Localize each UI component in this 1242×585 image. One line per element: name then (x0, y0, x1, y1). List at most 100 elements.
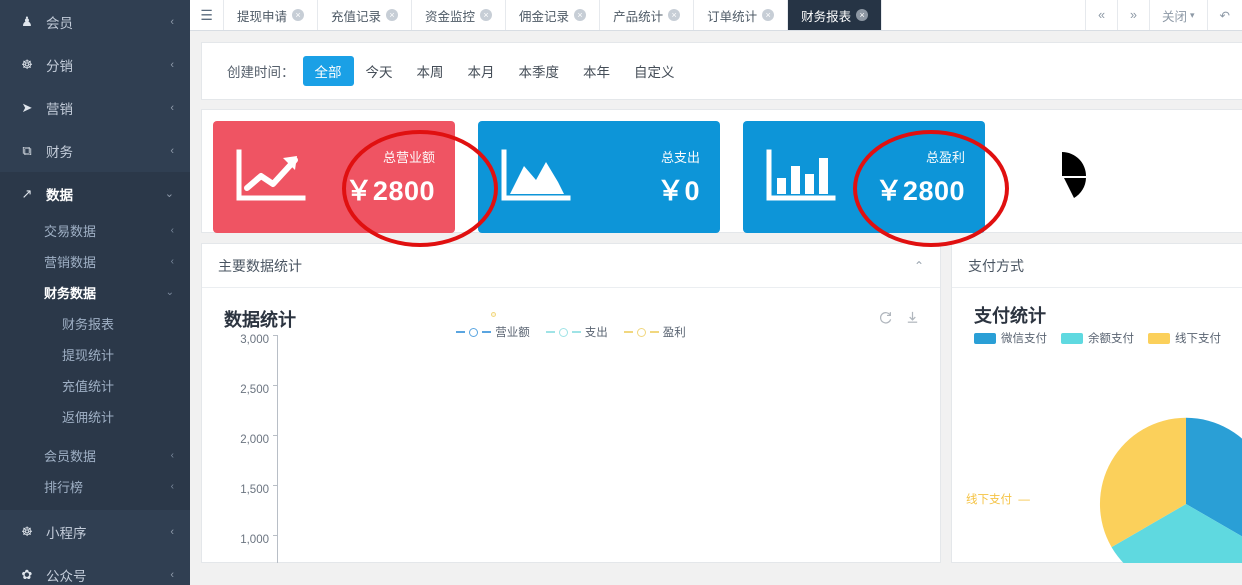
tab-product-stats[interactable]: 产品统计 × (600, 0, 695, 30)
close-icon[interactable]: × (574, 9, 587, 21)
filter-option-year[interactable]: 本年 (571, 56, 622, 86)
legend-item-offline-pay[interactable]: 线下支付 (1148, 330, 1221, 346)
sidebar-submenu-finance: 财务报表 提现统计 充值统计 返佣统计 (0, 308, 190, 432)
stat-card-value: ￥0 (1186, 175, 1230, 206)
tab-financial-report[interactable]: 财务报表 × (788, 0, 883, 30)
app-root: ♟ 会员 ‹ ☸ 分销 ‹ ➤ 营销 ‹ ⧉ 财务 ‹ ↗ 数据 ⌄ 交易数据 (0, 0, 1242, 585)
sidebar-item-withdraw-stats[interactable]: 提现统计 (0, 339, 190, 370)
sidebar-item-marketing[interactable]: ➤ 营销 ‹ (0, 86, 190, 129)
close-icon[interactable]: × (386, 9, 399, 21)
sidebar-item-member-data[interactable]: 会员数据 ‹ (0, 440, 190, 471)
tab-label: 充值记录 (331, 9, 382, 24)
legend-label: 支出 (584, 327, 608, 339)
chevron-down-icon: ⌄ (165, 287, 174, 298)
stat-card-text: 总盈利 ￥2800 (843, 147, 969, 208)
sidebar-item-recharge-stats[interactable]: 充值统计 (0, 370, 190, 401)
filter-option-week[interactable]: 本周 (405, 56, 456, 86)
sidebar-subitem-label: 排行榜 (44, 480, 84, 495)
chevron-left-icon: ‹ (170, 256, 174, 267)
filter-option-all[interactable]: 全部 (302, 56, 354, 86)
content-area: 创建时间： 全部 今天 本周 本月 本季度 本年 自定义 总营业额 ￥2800 … (190, 31, 1242, 563)
sidebar-item-transaction-data[interactable]: 交易数据 ‹ (0, 215, 190, 246)
sidebar-item-finance-data[interactable]: 财务数据 ⌄ (0, 277, 190, 308)
sidebar: ♟ 会员 ‹ ☸ 分销 ‹ ➤ 营销 ‹ ⧉ 财务 ‹ ↗ 数据 ⌄ 交易数据 (0, 0, 190, 585)
legend-label: 线下支付 (1175, 333, 1221, 345)
close-icon[interactable]: × (668, 9, 681, 21)
close-dropdown-button[interactable]: 关闭 ▾ (1150, 0, 1208, 30)
legend-item-revenue[interactable]: 营业额 (456, 324, 530, 340)
close-icon[interactable]: × (762, 9, 775, 21)
stat-card-total-revenue[interactable]: 总营业额 ￥2800 (213, 121, 455, 233)
panel-header: 主要数据统计 ⌃ (202, 244, 940, 288)
close-icon[interactable]: × (480, 9, 493, 21)
filter-option-today[interactable]: 今天 (354, 56, 405, 86)
pie-chart-title: 支付统计 (974, 306, 1046, 326)
chevron-left-icon: ‹ (170, 58, 174, 71)
panel-title: 支付方式 (968, 257, 1024, 274)
close-icon[interactable]: × (292, 9, 305, 21)
wechat-icon: ✿ (21, 566, 33, 582)
sidebar-item-commission-stats[interactable]: 返佣统计 (0, 401, 190, 432)
sidebar-item-label: 分销 (46, 58, 73, 74)
sidebar-item-label: 数据 (46, 187, 73, 203)
pie-chart-icon (1022, 146, 1108, 208)
sidebar-item-official-account[interactable]: ✿ 公众号 ‹ (0, 553, 190, 585)
tab-bar: ☰ 提现申请 × 充值记录 × 资金监控 × 佣金记录 × 产品统计 × 订单统… (190, 0, 1242, 31)
scroll-right-button[interactable]: » (1118, 0, 1150, 30)
sidebar-item-mini-program[interactable]: ☸ 小程序 ‹ (0, 510, 190, 553)
refresh-back-button[interactable]: ↶ (1208, 0, 1242, 30)
tab-order-stats[interactable]: 订单统计 × (694, 0, 789, 30)
tab-commission-record[interactable]: 佣金记录 × (506, 0, 601, 30)
sidebar-item-finance[interactable]: ⧉ 财务 ‹ (0, 129, 190, 172)
y-axis-labels: 3,000 2,500 2,000 1,500 1,000 (202, 334, 277, 563)
y-tick: 1,500 (202, 484, 277, 540)
sidebar-item-distribution[interactable]: ☸ 分销 ‹ (0, 43, 190, 86)
pie-chart-body: 支付统计 微信支付 余额支付 线下支付 线下支付 — (952, 288, 1242, 563)
legend-item-wechat-pay[interactable]: 微信支付 (974, 330, 1047, 346)
chevron-left-icon: ‹ (170, 225, 174, 236)
tab-label: 佣金记录 (519, 9, 570, 24)
close-icon[interactable]: × (856, 9, 869, 21)
chevron-left-icon: ‹ (170, 101, 174, 114)
tab-label: 订单统计 (707, 9, 758, 24)
stat-card-title: 总盈利 (925, 149, 965, 165)
tab-recharge-record[interactable]: 充值记录 × (318, 0, 413, 30)
filter-option-quarter[interactable]: 本季度 (507, 56, 572, 86)
stat-card-value: ￥0 (656, 175, 700, 206)
sidebar-item-leaderboard[interactable]: 排行榜 ‹ (0, 471, 190, 502)
stat-card-title: 总营业额 (382, 149, 435, 165)
tab-withdraw-request[interactable]: 提现申请 × (224, 0, 319, 30)
filter-option-custom[interactable]: 自定义 (622, 56, 687, 86)
sidebar-item-financial-report[interactable]: 财务报表 (0, 308, 190, 339)
stat-card-text: 新增消费 ￥0 (1108, 147, 1234, 208)
main-area: ☰ 提现申请 × 充值记录 × 资金监控 × 佣金记录 × 产品统计 × 订单统… (190, 0, 1242, 585)
chevron-down-icon: ▾ (1189, 9, 1195, 20)
stat-card-new-consumption[interactable]: 新增消费 ￥0 (1008, 121, 1242, 233)
legend-label: 余额支付 (1088, 333, 1134, 345)
legend-item-balance-pay[interactable]: 余额支付 (1061, 330, 1134, 346)
chevron-left-icon: ‹ (170, 450, 174, 461)
sidebar-item-data[interactable]: ↗ 数据 ⌄ (0, 172, 190, 215)
sidebar-submenu-data: 交易数据 ‹ 营销数据 ‹ 财务数据 ⌄ 财务报表 提现统计 充值统计 返佣统计… (0, 215, 190, 510)
sidebar-item-label: 公众号 (46, 568, 87, 584)
stat-card-total-profit[interactable]: 总盈利 ￥2800 (743, 121, 985, 233)
sidebar-item-marketing-data[interactable]: 营销数据 ‹ (0, 246, 190, 277)
chevron-up-icon[interactable]: ⌃ (914, 259, 924, 273)
line-chart-body: 数据统计 营业额 支出 盈利 3,000 2,500 2,000 1,500 1… (202, 288, 940, 563)
scroll-left-button[interactable]: « (1086, 0, 1119, 30)
filter-option-month[interactable]: 本月 (456, 56, 507, 86)
chevron-left-icon: ‹ (170, 144, 174, 157)
sidebar-item-label: 财务 (46, 144, 73, 160)
legend-item-profit[interactable]: 盈利 (623, 324, 686, 340)
legend-item-expense[interactable]: 支出 (545, 324, 608, 340)
sidebar-item-members[interactable]: ♟ 会员 ‹ (0, 0, 190, 43)
stat-card-total-expense[interactable]: 总支出 ￥0 (478, 121, 720, 233)
sidebar-item-label: 营销 (46, 101, 73, 117)
paper-plane-icon: ➤ (21, 99, 33, 115)
tab-fund-monitor[interactable]: 资金监控 × (412, 0, 507, 30)
data-point-marker (491, 312, 496, 317)
mini-program-icon: ☸ (21, 523, 33, 539)
pie-label-offline-pay: 线下支付 — (966, 494, 1030, 506)
tab-label: 产品统计 (613, 9, 664, 24)
hamburger-icon[interactable]: ☰ (190, 0, 224, 30)
